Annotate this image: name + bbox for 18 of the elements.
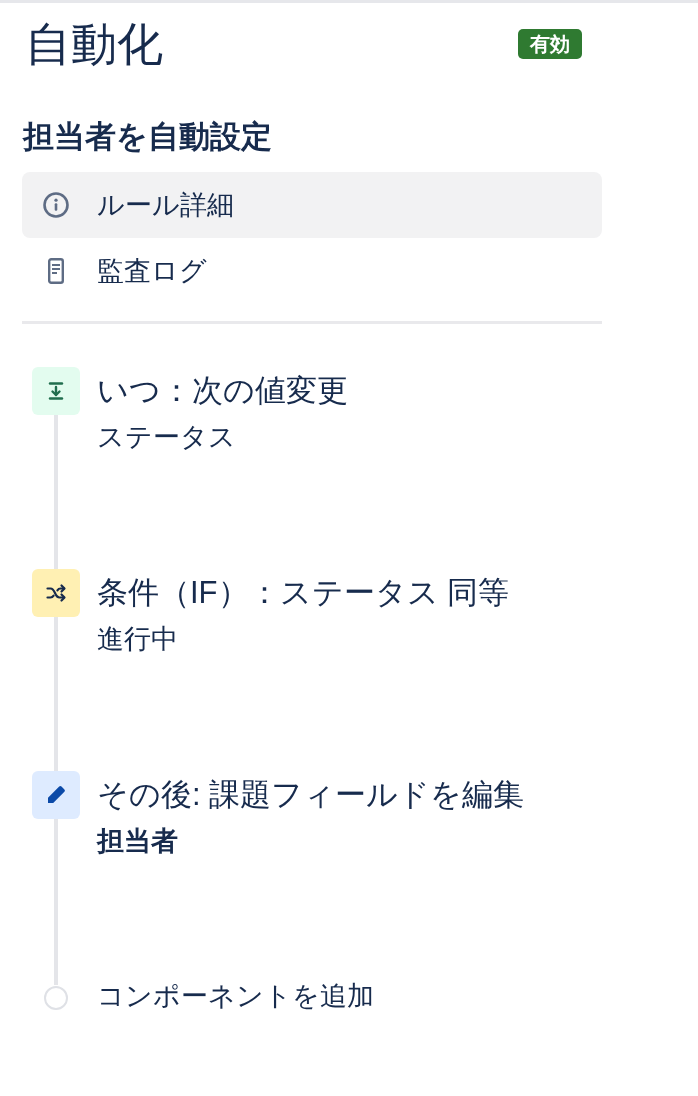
page-title: 自動化 — [25, 18, 163, 70]
document-icon — [48, 258, 64, 284]
circle-icon — [44, 986, 68, 1010]
step-title: 条件（IF）：ステータス 同等 — [97, 574, 510, 612]
add-component-link[interactable]: コンポーネントを追加 — [97, 981, 374, 1011]
rule-name: 担当者を自動設定 — [22, 118, 273, 156]
status-badge: 有効 — [518, 29, 582, 59]
nav-item[interactable]: 監査ログ — [22, 238, 602, 304]
step-title: その後: 課題フィールドを編集 — [97, 776, 525, 814]
step-title: いつ：次の値変更 — [97, 372, 348, 410]
info-icon — [43, 192, 69, 218]
nav-item[interactable]: ルール詳細 — [22, 172, 602, 238]
shuffle-icon — [32, 569, 80, 617]
download-icon — [32, 367, 80, 415]
step-value: 進行中 — [97, 623, 179, 656]
pencil-icon — [32, 771, 80, 819]
step-value: 担当者 — [97, 825, 179, 858]
step-value: ステータス — [97, 421, 237, 454]
